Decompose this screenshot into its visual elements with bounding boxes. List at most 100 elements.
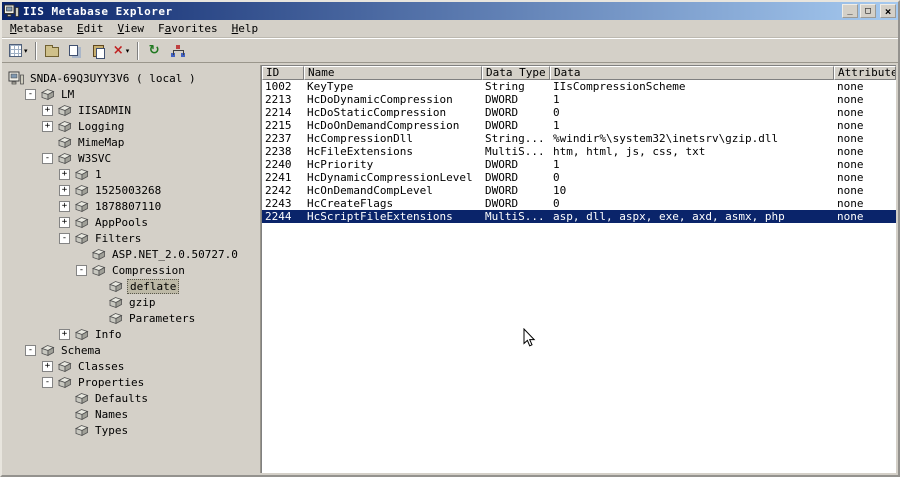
tree-item-parameters[interactable]: Parameters [4, 310, 258, 326]
table-row-2215[interactable]: 2215 HcDoOnDemandCompression DWORD 1 none [262, 119, 896, 132]
collapse-icon[interactable]: - [25, 88, 36, 100]
tree-item-classes[interactable]: + Classes [4, 358, 258, 374]
menu-metabase[interactable]: Metabase [3, 20, 70, 37]
cell-name: HcPriority [307, 158, 374, 171]
expand-icon[interactable]: + [59, 328, 70, 340]
table-row-2244[interactable]: 2244 HcScriptFileExtensions MultiS... asp, … [262, 210, 896, 223]
cell-name: HcDoOnDemandCompression [307, 119, 460, 132]
expand-icon[interactable]: + [59, 200, 70, 212]
toolbar: ▾ × ▾ ↻ [2, 38, 898, 63]
tree-item-label: MimeMap [78, 135, 125, 149]
expand-icon[interactable]: + [59, 184, 70, 196]
collapse-icon[interactable]: - [25, 344, 36, 356]
metabase-key-icon [57, 376, 72, 389]
table-row-2213[interactable]: 2213 HcDoDynamicCompression DWORD 1 none [262, 93, 896, 106]
expand-icon[interactable]: + [42, 120, 53, 132]
tree-item-compression[interactable]: - Compression [4, 262, 258, 278]
column-header-name[interactable]: Name [304, 66, 482, 80]
tree-item-1878807110[interactable]: +1878807110 [4, 198, 258, 214]
cell-data: %windir%\system32\inetsrv\gzip.dll [553, 132, 779, 145]
menu-edit[interactable]: Edit [70, 20, 111, 37]
copy-button[interactable] [64, 40, 87, 62]
titlebar[interactable]: IIS Metabase Explorer _ □ × [2, 2, 898, 20]
table-row-2240[interactable]: 2240 HcPriority DWORD 1 none [262, 158, 896, 171]
table-row-2243[interactable]: 2243 HcCreateFlags DWORD 0 none [262, 197, 896, 210]
open-button[interactable] [41, 40, 64, 62]
close-button[interactable]: × [880, 4, 896, 18]
cell-id: 2238 [265, 145, 292, 158]
table-row-2241[interactable]: 2241 HcDynamicCompressionLevel DWORD 0 none [262, 171, 896, 184]
table-row-2238[interactable]: 2238 HcFileExtensions MultiS... htm, html, … [262, 145, 896, 158]
tree-item-mimemap[interactable]: MimeMap [4, 134, 258, 150]
metabase-key-icon [74, 328, 89, 341]
collapse-icon[interactable]: - [42, 376, 53, 388]
tree-item-1[interactable]: +1 [4, 166, 258, 182]
table-row-1002[interactable]: 1002 KeyType String IIsCompressionScheme non… [262, 80, 896, 93]
metabase-key-icon [40, 344, 55, 357]
metabase-key-icon [57, 120, 72, 133]
tree-item-schema[interactable]: - Schema [4, 342, 258, 358]
metabase-key-icon [74, 168, 89, 181]
network-button[interactable] [166, 40, 189, 62]
metabase-key-icon [40, 88, 55, 101]
window-title: IIS Metabase Explorer [23, 4, 173, 18]
tree-item-label: Filters [95, 231, 142, 245]
column-header-attributes[interactable]: Attributes [834, 66, 896, 80]
new-record-button[interactable]: ▾ [6, 40, 31, 62]
metabase-key-icon [57, 136, 72, 149]
menu-help[interactable]: Help [225, 20, 266, 37]
cell-id: 2242 [265, 184, 292, 197]
tree-item-types[interactable]: Types [4, 422, 258, 438]
tree-item-iisadmin[interactable]: + IISADMIN [4, 102, 258, 118]
metabase-key-icon [108, 296, 123, 309]
restore-button[interactable]: □ [860, 4, 876, 18]
table-row-2237[interactable]: 2237 HcCompressionDll String... %windir%\sy… [262, 132, 896, 145]
cell-attributes: none [837, 132, 864, 145]
tree-item-label: Names [95, 407, 129, 421]
tree-item-1525003268[interactable]: +1525003268 [4, 182, 258, 198]
tree-item-asp-net-2-0-50727-0[interactable]: ASP.NET_2.0.50727.0 [4, 246, 258, 262]
tree-item-names[interactable]: Names [4, 406, 258, 422]
computer-icon [8, 71, 24, 85]
tree-item-properties[interactable]: - Properties [4, 374, 258, 390]
cell-data-type: DWORD [485, 119, 519, 132]
cell-data-type: MultiS... [485, 145, 545, 158]
tree-item-info[interactable]: + Info [4, 326, 258, 342]
cell-data-type: DWORD [485, 171, 519, 184]
cell-attributes: none [837, 93, 864, 106]
tree-item-apppools[interactable]: + AppPools [4, 214, 258, 230]
column-header-data-type[interactable]: Data Type [482, 66, 550, 80]
refresh-button[interactable]: ↻ [143, 40, 166, 62]
menu-view[interactable]: View [110, 20, 151, 37]
delete-button[interactable]: × ▾ [110, 40, 133, 62]
metabase-key-icon [74, 408, 89, 421]
table-row-2242[interactable]: 2242 HcOnDemandCompLevel DWORD 10 none [262, 184, 896, 197]
cell-name: KeyType [307, 80, 354, 93]
menu-favorites[interactable]: Favorites [151, 20, 225, 37]
network-icon [171, 44, 184, 57]
tree-item-deflate[interactable]: deflate [4, 278, 258, 294]
collapse-icon[interactable]: - [76, 264, 87, 276]
expand-icon[interactable]: + [59, 168, 70, 180]
tree-item-defaults[interactable]: Defaults [4, 390, 258, 406]
expand-icon[interactable]: + [42, 104, 53, 116]
tree-item-lm[interactable]: - LM [4, 86, 258, 102]
tree-item-filters[interactable]: - Filters [4, 230, 258, 246]
tree-item-gzip[interactable]: gzip [4, 294, 258, 310]
tree-item-logging[interactable]: + Logging [4, 118, 258, 134]
collapse-icon[interactable]: - [42, 152, 53, 164]
metabase-key-icon [74, 200, 89, 213]
tree-item-label: Types [95, 423, 129, 437]
expand-icon[interactable]: + [42, 360, 53, 372]
collapse-icon[interactable]: - [59, 232, 70, 244]
expand-icon[interactable]: + [59, 216, 70, 228]
column-header-data[interactable]: Data [550, 66, 834, 80]
toolbar-separator [34, 41, 37, 60]
tree-item-snda-69q3uyy3v6-local[interactable]: SNDA-69Q3UYY3V6 ( local ) [4, 70, 258, 86]
tree-item-w3svc[interactable]: - W3SVC [4, 150, 258, 166]
paste-button[interactable] [87, 40, 110, 62]
table-row-2214[interactable]: 2214 HcDoStaticCompression DWORD 0 none [262, 106, 896, 119]
minimize-button[interactable]: _ [842, 4, 858, 18]
column-header-id[interactable]: ID [262, 66, 304, 80]
tree-item-label: gzip [129, 295, 156, 309]
